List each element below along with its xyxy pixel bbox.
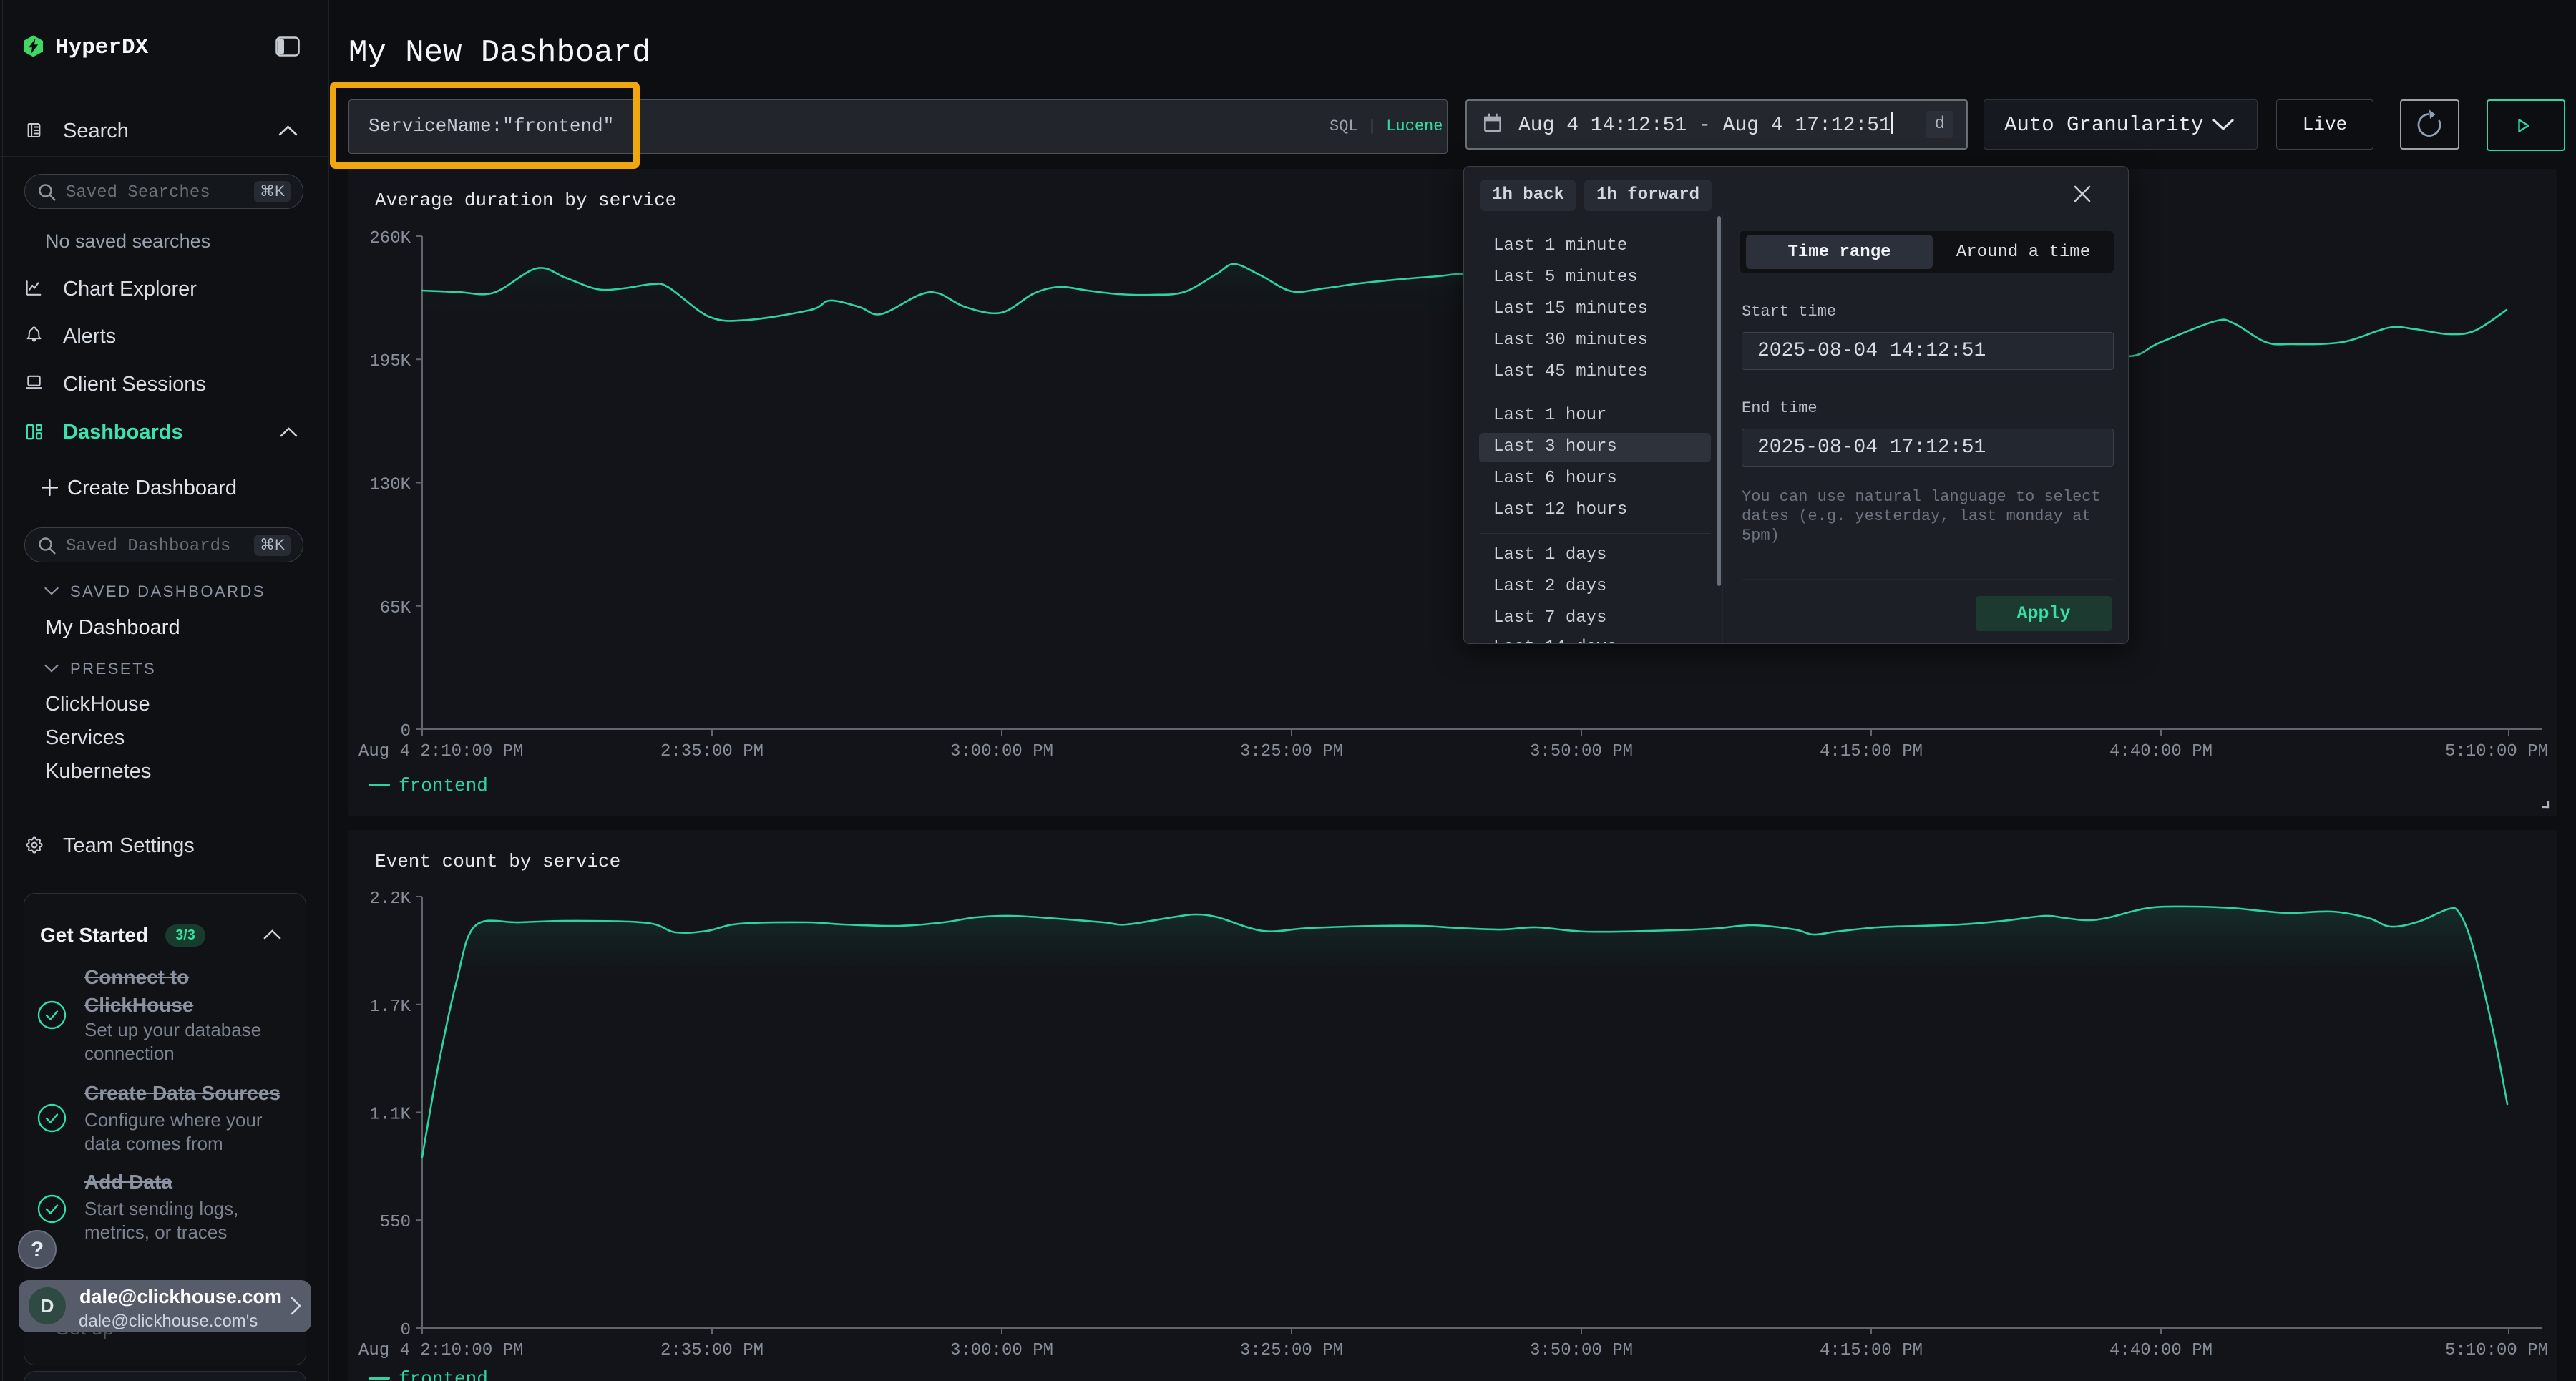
svg-text:130K: 130K bbox=[369, 476, 411, 495]
svg-text:3:25:00 PM: 3:25:00 PM bbox=[1240, 1341, 1343, 1360]
svg-text:3:25:00 PM: 3:25:00 PM bbox=[1240, 742, 1343, 761]
svg-text:195K: 195K bbox=[369, 352, 411, 371]
svg-text:4:15:00 PM: 4:15:00 PM bbox=[1820, 742, 1923, 761]
svg-text:Aug 4 2:10:00 PM: Aug 4 2:10:00 PM bbox=[358, 742, 523, 761]
svg-text:550: 550 bbox=[380, 1213, 411, 1232]
svg-text:Aug 4 2:10:00 PM: Aug 4 2:10:00 PM bbox=[358, 1341, 523, 1360]
svg-text:4:15:00 PM: 4:15:00 PM bbox=[1820, 1341, 1923, 1360]
svg-text:3:00:00 PM: 3:00:00 PM bbox=[950, 1341, 1053, 1360]
svg-text:0: 0 bbox=[401, 1321, 411, 1340]
svg-text:3:50:00 PM: 3:50:00 PM bbox=[1530, 1341, 1633, 1360]
svg-text:4:40:00 PM: 4:40:00 PM bbox=[2109, 1341, 2212, 1360]
svg-text:0: 0 bbox=[401, 722, 411, 741]
svg-text:3:50:00 PM: 3:50:00 PM bbox=[1530, 742, 1633, 761]
svg-text:5:10:00 PM: 5:10:00 PM bbox=[2445, 742, 2548, 761]
svg-text:260K: 260K bbox=[369, 229, 411, 248]
svg-text:2:35:00 PM: 2:35:00 PM bbox=[660, 1341, 763, 1360]
svg-text:2:35:00 PM: 2:35:00 PM bbox=[660, 742, 763, 761]
svg-text:1.7K: 1.7K bbox=[369, 997, 411, 1017]
svg-text:3:00:00 PM: 3:00:00 PM bbox=[950, 742, 1053, 761]
svg-text:5:10:00 PM: 5:10:00 PM bbox=[2445, 1341, 2548, 1360]
svg-text:4:40:00 PM: 4:40:00 PM bbox=[2109, 742, 2212, 761]
svg-text:2.2K: 2.2K bbox=[369, 889, 411, 909]
svg-text:1.1K: 1.1K bbox=[369, 1106, 411, 1125]
svg-text:65K: 65K bbox=[380, 599, 411, 618]
